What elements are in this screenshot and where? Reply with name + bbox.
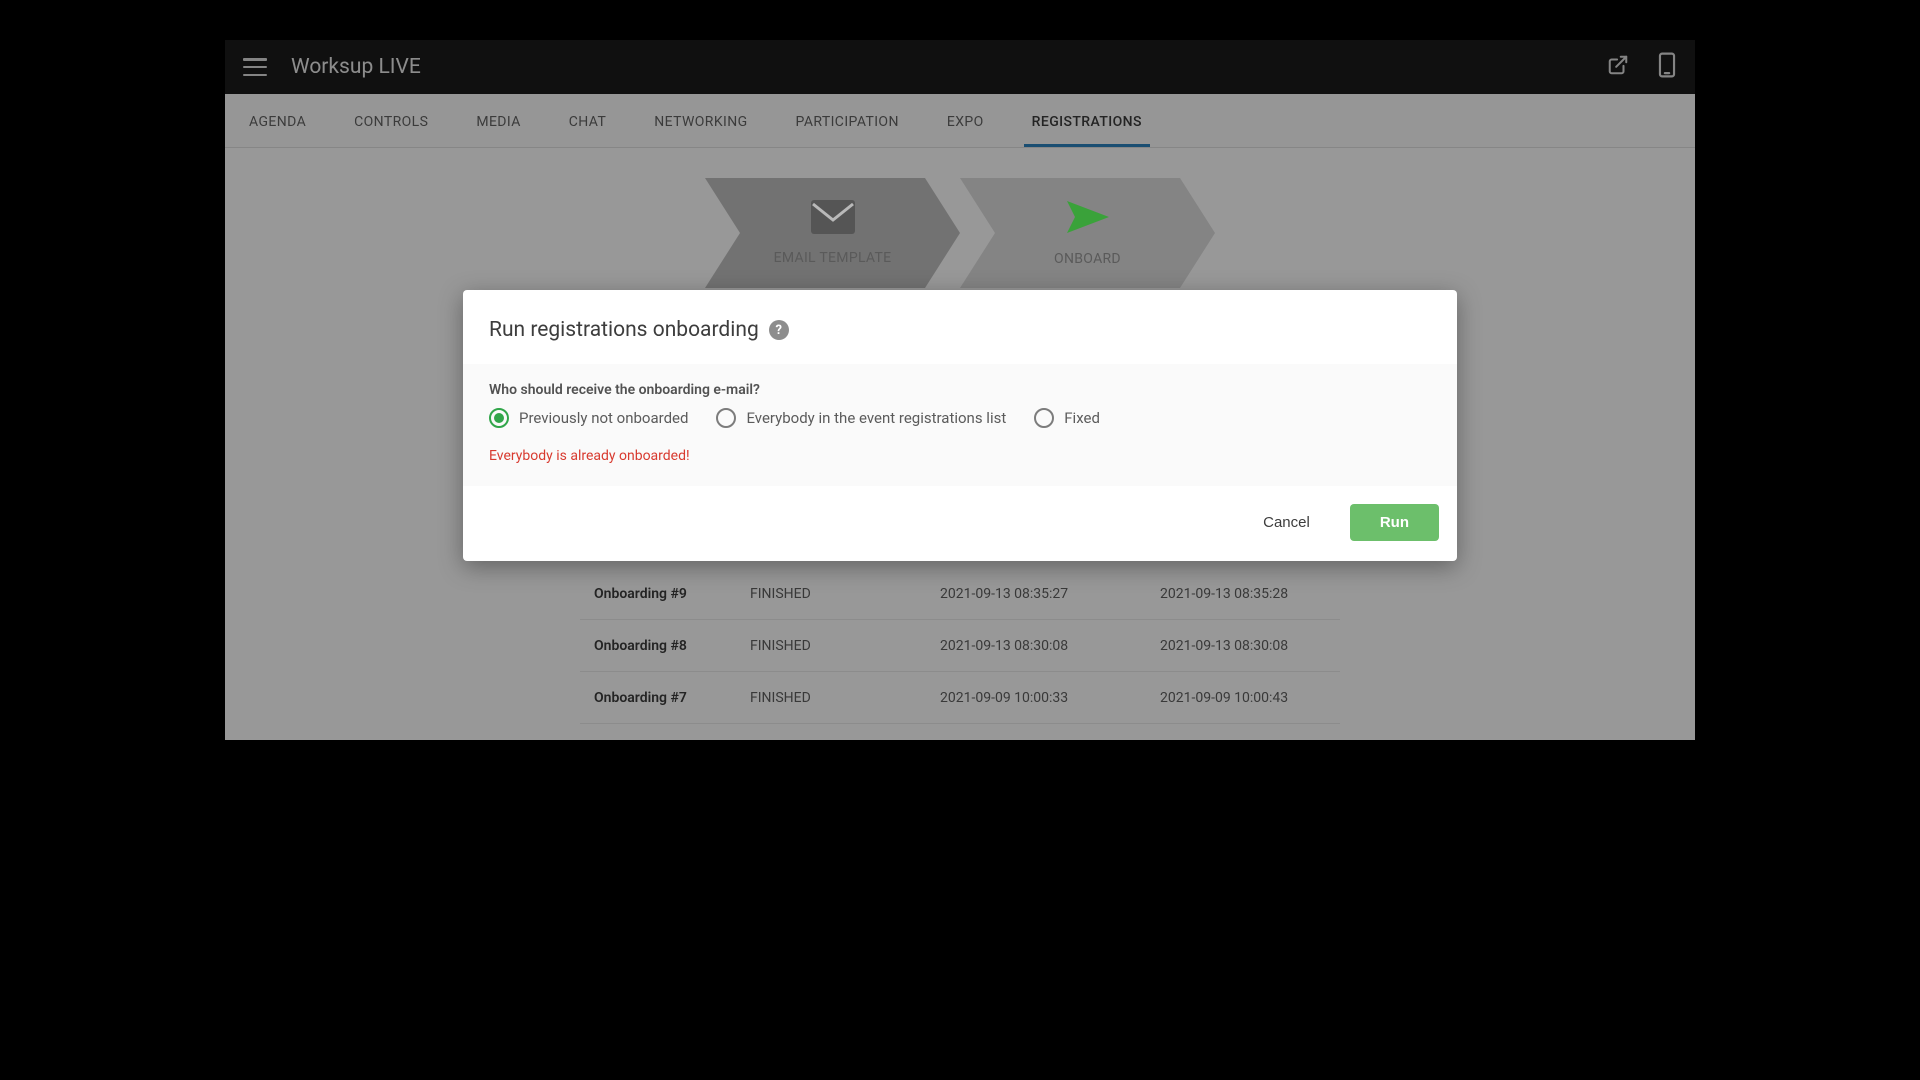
modal-header: Run registrations onboarding ? — [463, 290, 1457, 342]
modal-body: Who should receive the onboarding e-mail… — [463, 364, 1457, 486]
radio-fixed[interactable]: Fixed — [1034, 408, 1100, 428]
run-button[interactable]: Run — [1350, 504, 1439, 541]
run-onboarding-modal: Run registrations onboarding ? Who shoul… — [463, 290, 1457, 561]
error-message: Everybody is already onboarded! — [489, 448, 1431, 464]
mail-icon — [811, 200, 855, 238]
cancel-button[interactable]: Cancel — [1253, 506, 1320, 539]
app-window: Worksup LIVE AGENDA — [225, 40, 1695, 740]
modal-footer: Cancel Run — [463, 486, 1457, 561]
step-label: EMAIL TEMPLATE — [774, 250, 892, 266]
radio-label: Fixed — [1064, 409, 1100, 427]
radio-group-recipients: Previously not onboarded Everybody in th… — [489, 408, 1431, 428]
radio-label: Everybody in the event registrations lis… — [746, 409, 1006, 427]
radio-everybody[interactable]: Everybody in the event registrations lis… — [716, 408, 1006, 428]
radio-previously-not-onboarded[interactable]: Previously not onboarded — [489, 408, 688, 428]
help-icon[interactable]: ? — [769, 320, 789, 340]
question-label: Who should receive the onboarding e-mail… — [489, 382, 1431, 398]
radio-label: Previously not onboarded — [519, 409, 688, 427]
send-icon — [1065, 199, 1111, 239]
modal-title: Run registrations onboarding — [489, 318, 759, 342]
step-label: ONBOARD — [1054, 251, 1121, 267]
